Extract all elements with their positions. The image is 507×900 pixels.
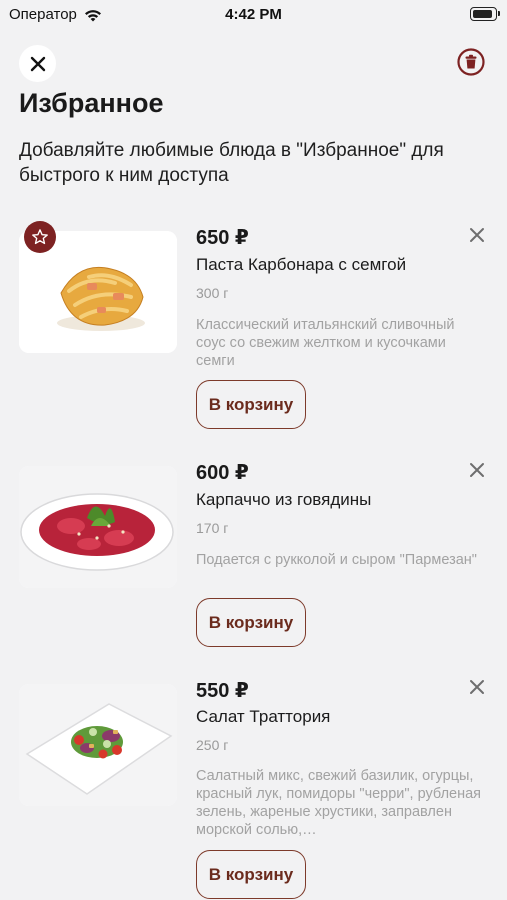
item-description: Классический итальянский сливочный соус … [196, 317, 455, 369]
add-to-cart-button[interactable]: В корзину [196, 598, 306, 647]
remove-item-icon[interactable] [468, 461, 486, 479]
remove-item-icon[interactable] [468, 678, 486, 696]
remove-item-icon[interactable] [468, 226, 486, 244]
close-button[interactable] [19, 45, 56, 82]
add-to-cart-button[interactable]: В корзину [196, 850, 306, 899]
item-name[interactable]: Паста Карбонара с семгой [196, 255, 406, 275]
add-to-cart-button[interactable]: В корзину [196, 380, 306, 429]
star-icon [32, 229, 48, 245]
battery-icon [470, 7, 500, 21]
favorite-badge[interactable] [24, 221, 56, 253]
status-bar: Оператор 4:42 PM [0, 0, 507, 30]
item-description: Салатный микс, свежий базилик, огурцы, к… [196, 768, 482, 838]
dish-image[interactable] [19, 684, 177, 806]
trash-icon [457, 48, 485, 76]
item-description: Подается с рукколой и сыром "Пармезан" [196, 552, 477, 568]
item-name[interactable]: Карпаччо из говядины [196, 490, 371, 510]
item-weight: 250 г [196, 737, 229, 753]
page-subtitle: Добавляйте любимые блюда в "Избранное" д… [19, 140, 444, 186]
battery-level [472, 9, 493, 18]
item-price: 550 ₽ [196, 680, 249, 702]
close-icon [30, 56, 45, 71]
item-name[interactable]: Салат Траттория [196, 707, 330, 727]
item-price: 600 ₽ [196, 462, 249, 484]
page-title: Избранное [19, 88, 164, 118]
item-weight: 300 г [196, 285, 229, 301]
item-weight: 170 г [196, 520, 229, 536]
item-price: 650 ₽ [196, 227, 249, 249]
status-time: 4:42 PM [225, 6, 282, 23]
dish-image[interactable] [19, 466, 177, 588]
clear-favorites-button[interactable] [457, 48, 485, 76]
